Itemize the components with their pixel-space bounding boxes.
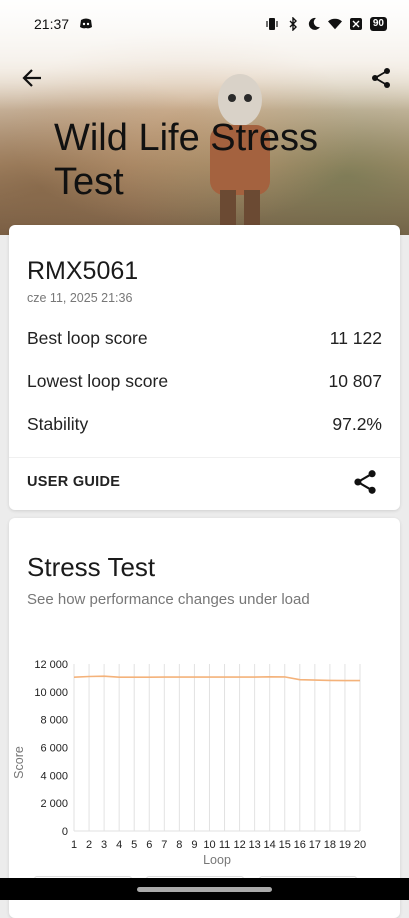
- stress-subtitle: See how performance changes under load: [27, 591, 310, 608]
- user-guide-link[interactable]: USER GUIDE: [27, 474, 120, 490]
- arrow-left-icon: [22, 69, 41, 87]
- stress-title: Stress Test: [27, 552, 156, 582]
- x-tick-label: 8: [176, 839, 182, 851]
- x-tick-label: 17: [309, 839, 321, 851]
- x-tick-label: 12: [233, 839, 245, 851]
- vibrate-icon: [266, 18, 278, 30]
- y-tick-label: 4 000: [40, 770, 68, 782]
- status-bar: 21:37 90: [0, 0, 409, 48]
- device-name: RMX5061: [27, 257, 139, 285]
- x-tick-label: 14: [264, 839, 276, 851]
- x-tick-label: 10: [203, 839, 215, 851]
- x-tick-label: 1: [71, 839, 77, 851]
- share-button[interactable]: [365, 62, 397, 94]
- x-tick-label: 5: [131, 839, 137, 851]
- back-button[interactable]: [16, 62, 48, 94]
- x-axis-label: Loop: [203, 853, 231, 867]
- row-label: Stability: [27, 414, 89, 434]
- lowest-loop-row: Lowest loop score 10 807: [27, 371, 382, 392]
- status-time: 21:37: [34, 16, 70, 32]
- share-icon: [372, 68, 390, 88]
- x-tick-label: 2: [86, 839, 92, 851]
- x-tick-label: 11: [219, 839, 230, 851]
- x-tick-label: 6: [146, 839, 152, 851]
- best-loop-row: Best loop score 11 122: [27, 328, 382, 349]
- y-axis-label: Score: [12, 746, 26, 779]
- y-tick-label: 8 000: [40, 715, 68, 727]
- x-tick-label: 7: [161, 839, 167, 851]
- x-tick-label: 15: [279, 839, 291, 851]
- wifi-icon: [327, 18, 342, 30]
- x-tick-label: 20: [354, 839, 366, 851]
- page-title: Wild Life Stress Test: [54, 117, 318, 203]
- x-tick-label: 13: [249, 839, 261, 851]
- battery-indicator: 90: [369, 17, 387, 31]
- y-tick-label: 0: [62, 826, 68, 838]
- divider: [9, 457, 400, 458]
- x-tick-label: 9: [191, 839, 197, 851]
- sim-off-icon: [349, 18, 362, 30]
- y-tick-label: 12 000: [34, 659, 68, 671]
- result-date: cze 11, 2025 21:36: [27, 291, 133, 305]
- stress-test-card: Stress Test See how performance changes …: [9, 518, 400, 918]
- x-tick-label: 3: [101, 839, 107, 851]
- row-value: 11 122: [329, 328, 382, 348]
- y-tick-label: 6 000: [40, 743, 68, 755]
- share-icon: [354, 470, 376, 494]
- row-value: 10 807: [328, 371, 382, 391]
- stress-chart: 02 0004 0006 0008 00010 00012 000 123456…: [12, 659, 366, 867]
- result-card: RMX5061 cze 11, 2025 21:36 Best loop sco…: [9, 225, 400, 510]
- x-tick-label: 16: [294, 839, 306, 851]
- discord-icon: [80, 18, 93, 29]
- row-value: 97.2%: [332, 414, 382, 434]
- share-result-button[interactable]: [352, 469, 378, 495]
- x-tick-label: 18: [324, 839, 336, 851]
- x-tick-label: 4: [116, 839, 122, 851]
- row-label: Lowest loop score: [27, 371, 169, 391]
- y-tick-label: 2 000: [40, 798, 68, 810]
- y-tick-label: 10 000: [34, 687, 68, 699]
- home-indicator[interactable]: [137, 887, 272, 892]
- x-tick-label: 19: [339, 839, 351, 851]
- bluetooth-icon: [289, 17, 297, 31]
- moon-icon: [308, 17, 320, 30]
- stability-row: Stability 97.2%: [27, 414, 382, 435]
- row-label: Best loop score: [27, 328, 148, 348]
- series-line: [73, 675, 360, 682]
